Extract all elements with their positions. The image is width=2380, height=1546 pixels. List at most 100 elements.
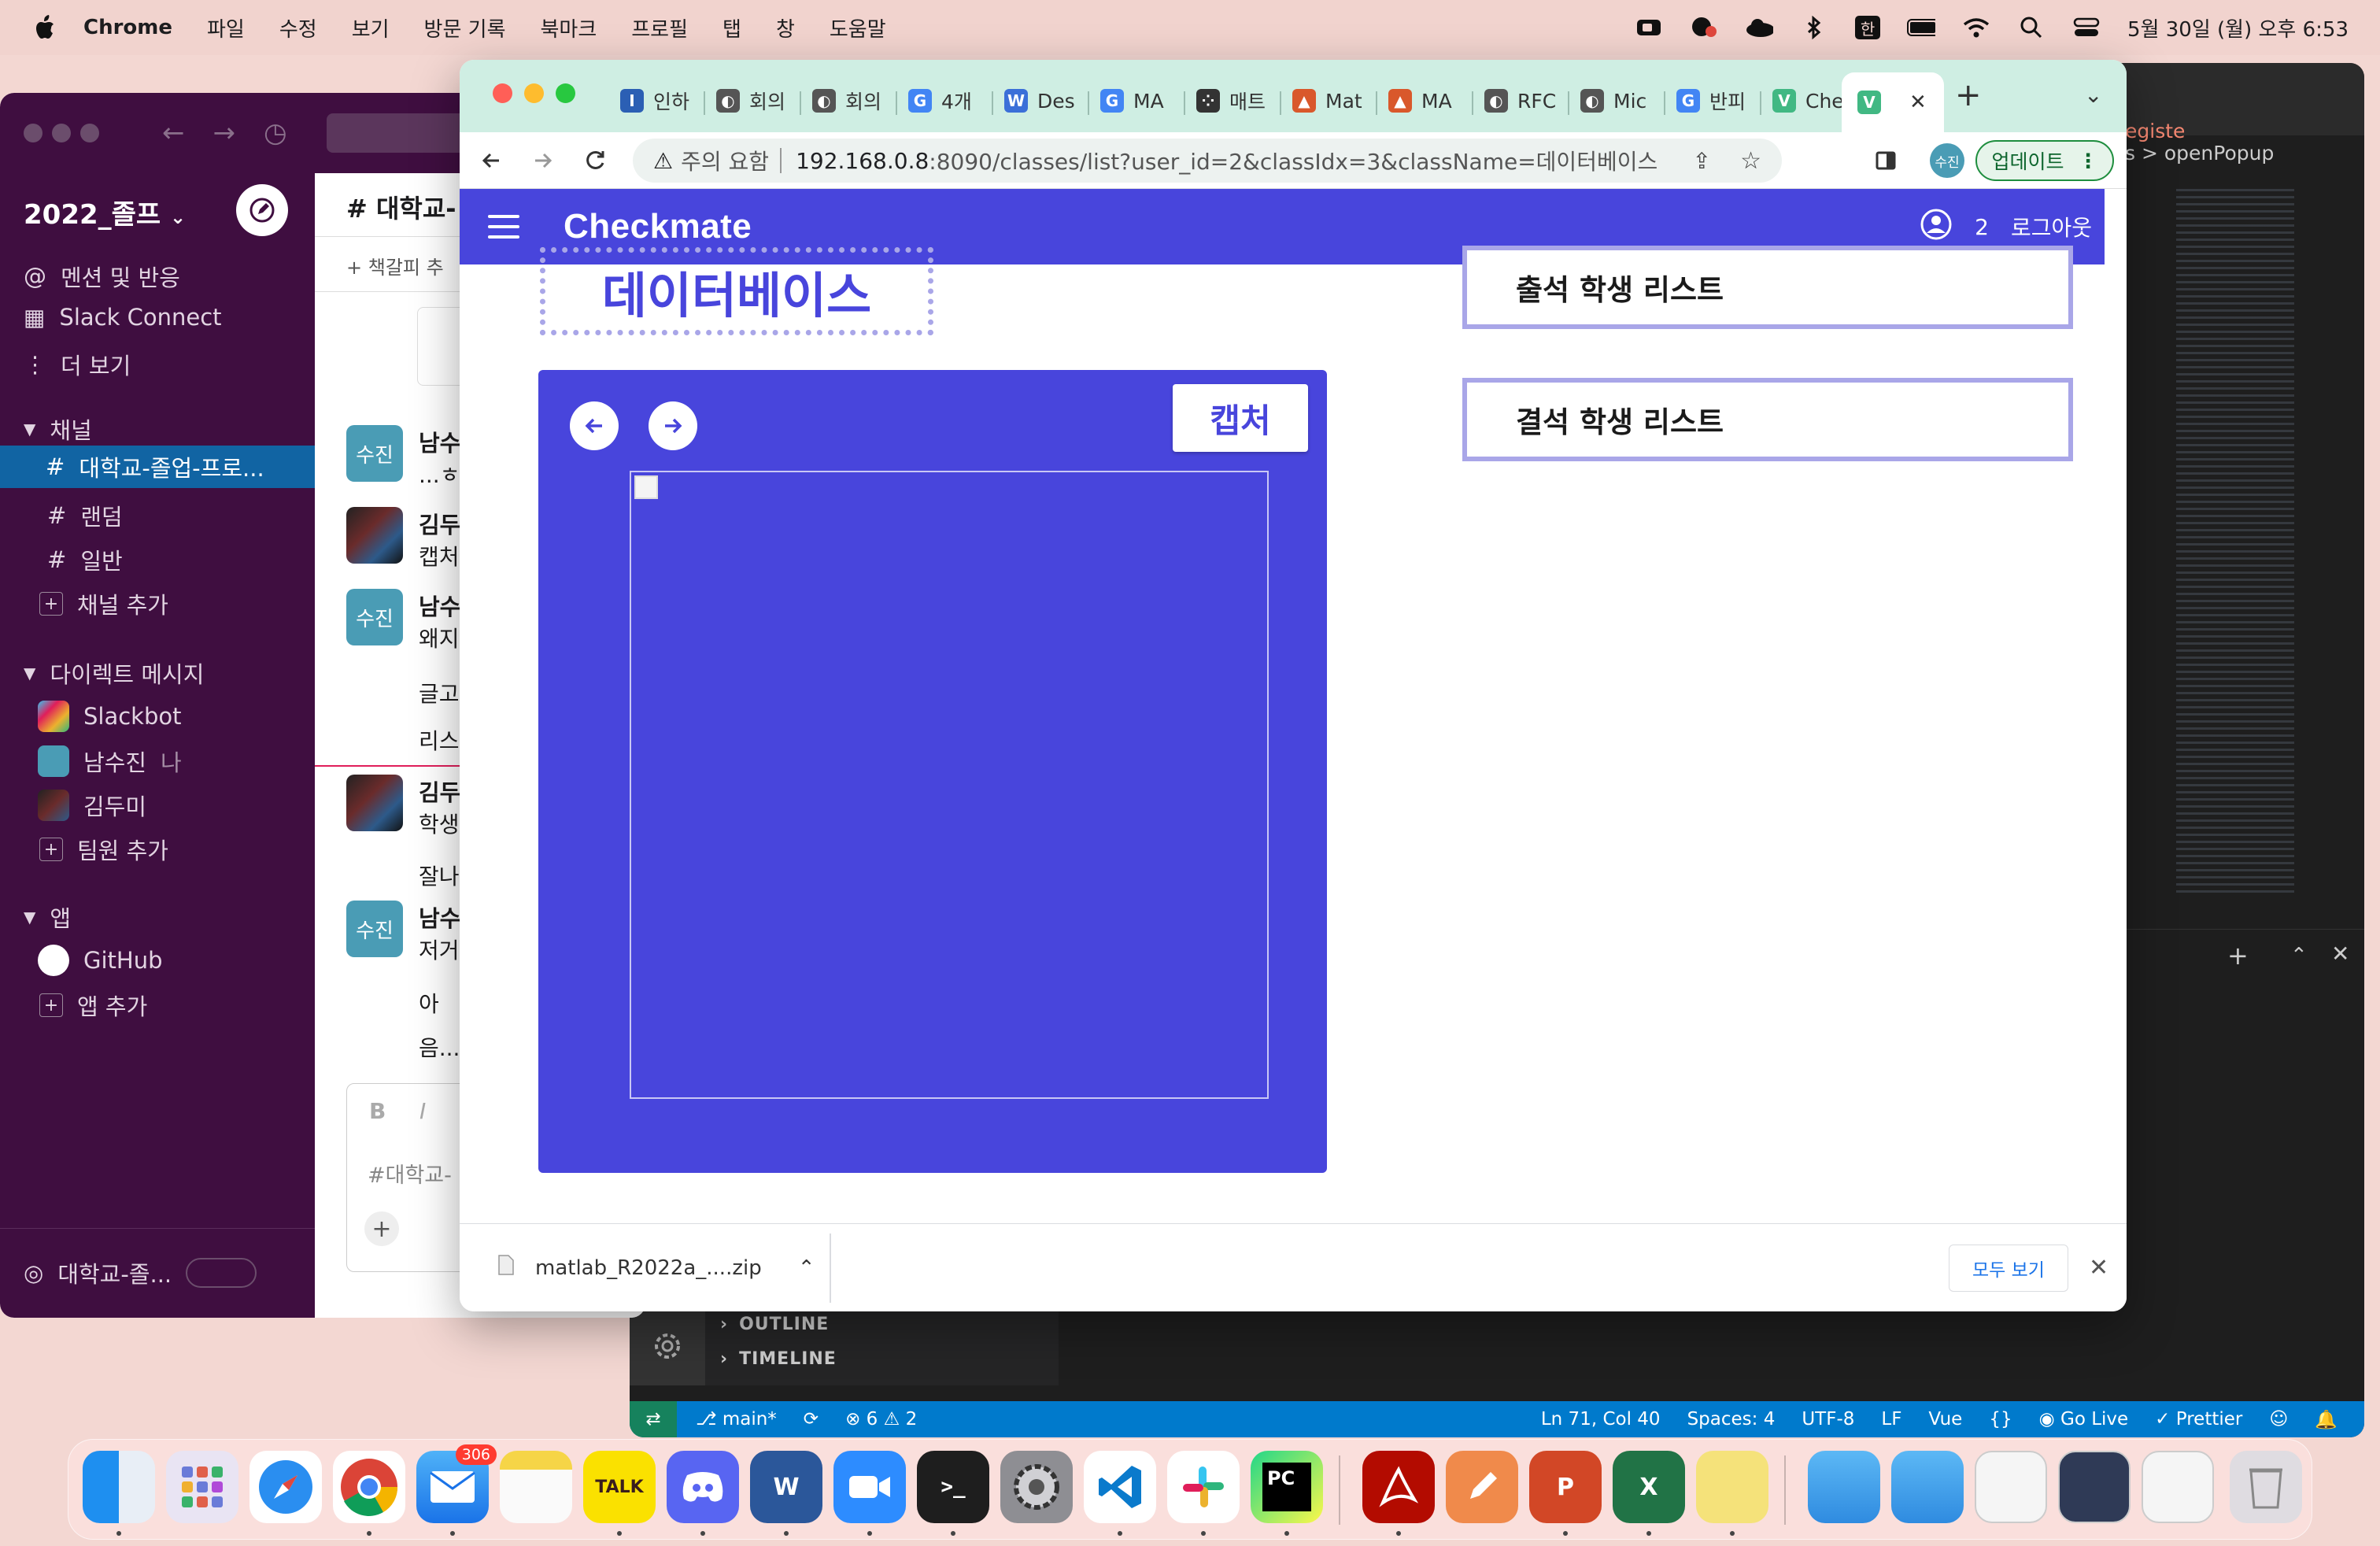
sidebar-item-mentions[interactable]: @ 멘션 및 반응: [24, 260, 180, 293]
sidebar-item-slack-connect[interactable]: ▦ Slack Connect: [24, 304, 222, 331]
dm-header[interactable]: ▼ 다이렉트 메시지: [24, 656, 204, 690]
pencil-app-icon[interactable]: [1446, 1451, 1518, 1523]
bold-format-icon[interactable]: B: [369, 1098, 386, 1124]
menu-window[interactable]: 창: [776, 13, 795, 43]
screenshot-thumb[interactable]: [2058, 1451, 2131, 1523]
dm-item-slackbot[interactable]: Slackbot: [24, 701, 182, 732]
message[interactable]: 김두 캡처: [346, 507, 460, 571]
word-icon[interactable]: W: [750, 1451, 822, 1523]
browser-tab[interactable]: ▲ MA: [1388, 77, 1467, 124]
feedback-icon[interactable]: ☺: [2269, 1409, 2288, 1429]
powerpoint-icon[interactable]: P: [1529, 1451, 1602, 1523]
message[interactable]: 수진 남수 ...ㅎ: [346, 425, 460, 490]
side-panel-icon[interactable]: [1868, 143, 1903, 178]
close-icon[interactable]: ✕: [2089, 1254, 2108, 1282]
window-close-button[interactable]: [24, 124, 42, 142]
cursor-position[interactable]: Ln 71, Col 40: [1541, 1409, 1661, 1429]
browser-tab[interactable]: G 4개: [908, 77, 987, 124]
back-arrow-icon[interactable]: ←: [162, 117, 185, 149]
menu-history[interactable]: 방문 기록: [424, 13, 506, 43]
browser-tab[interactable]: I 인하: [620, 77, 699, 124]
chrome-icon[interactable]: [333, 1451, 405, 1523]
attend-list-button[interactable]: 출석 학생 리스트: [1462, 246, 2073, 329]
vscode-minimap[interactable]: [2176, 189, 2294, 897]
browser-tab[interactable]: G MA: [1100, 77, 1179, 124]
bookmark-star-icon[interactable]: ☆: [1740, 147, 1761, 175]
screenshot-thumb[interactable]: [2142, 1451, 2214, 1523]
chevron-up-icon[interactable]: ⌃: [798, 1256, 815, 1280]
sync-icon[interactable]: ⟳: [804, 1409, 819, 1429]
user-avatar[interactable]: [346, 775, 403, 831]
message[interactable]: 수진 남수 왜지: [346, 589, 460, 653]
notifications-bell-icon[interactable]: 🔔: [2315, 1409, 2338, 1430]
encoding[interactable]: UTF-8: [1802, 1409, 1854, 1429]
menu-view[interactable]: 보기: [352, 13, 390, 43]
menu-profiles[interactable]: 프로필: [631, 13, 688, 43]
menu-help[interactable]: 도움말: [830, 13, 886, 43]
terminal-icon[interactable]: >_: [917, 1451, 989, 1523]
camera-status-icon[interactable]: [1635, 16, 1663, 39]
chat-status-icon[interactable]: [1690, 16, 1718, 39]
address-bar[interactable]: ⚠ 주의 요함 192.168.0.8:8090/classes/list?us…: [633, 139, 1782, 183]
warning-triangle-icon[interactable]: ⚠: [653, 148, 673, 174]
bluetooth-icon[interactable]: [1800, 16, 1828, 39]
close-tab-icon[interactable]: ✕: [1909, 91, 1927, 114]
browser-tab[interactable]: ⁘ 매트: [1196, 77, 1275, 124]
capture-button[interactable]: 캡처: [1173, 384, 1308, 452]
screenshot-thumb[interactable]: [1975, 1451, 2047, 1523]
notes-icon[interactable]: [500, 1451, 572, 1523]
browser-tab[interactable]: ◐ 회의: [716, 77, 795, 124]
browser-tab[interactable]: ◐ 회의: [812, 77, 891, 124]
vscode-icon[interactable]: [1084, 1451, 1156, 1523]
history-clock-icon[interactable]: ◷: [264, 117, 287, 149]
reload-icon[interactable]: [578, 143, 612, 178]
folder-icon[interactable]: [1808, 1451, 1880, 1523]
show-all-downloads-button[interactable]: 모두 보기: [1949, 1244, 2068, 1292]
menu-app-name[interactable]: Chrome: [83, 16, 172, 39]
discord-icon[interactable]: [667, 1451, 739, 1523]
window-zoom-button[interactable]: [556, 83, 575, 103]
hamburger-menu-icon[interactable]: [488, 215, 519, 239]
finder-icon[interactable]: [83, 1451, 155, 1523]
slack-icon[interactable]: [1167, 1451, 1240, 1523]
tab-search-chevron-icon[interactable]: ⌄: [2084, 82, 2102, 108]
window-close-button[interactable]: [493, 83, 512, 103]
language-mode[interactable]: Vue: [1928, 1409, 1962, 1429]
input-source-icon[interactable]: 한: [1855, 16, 1881, 39]
message-continuation[interactable]: 음...: [419, 1031, 460, 1063]
user-avatar[interactable]: 수진: [346, 901, 403, 957]
menu-file[interactable]: 파일: [207, 13, 245, 43]
prev-arrow-icon[interactable]: [570, 401, 619, 450]
sidebar-item-channel-random[interactable]: # 랜덤: [24, 499, 123, 532]
go-live[interactable]: ◉ Go Live: [2039, 1409, 2129, 1429]
excel-icon[interactable]: X: [1613, 1451, 1685, 1523]
add-member-button[interactable]: + 팀원 추가: [24, 833, 168, 866]
browser-tab[interactable]: ◐ Mic: [1580, 77, 1659, 124]
add-terminal-icon[interactable]: +: [2227, 941, 2249, 971]
share-icon[interactable]: ⇪: [1693, 148, 1711, 174]
stickies-icon[interactable]: [1696, 1451, 1768, 1523]
channel-title[interactable]: # 대학교-: [346, 189, 456, 225]
git-branch[interactable]: ⎇ main*: [696, 1409, 777, 1429]
huddle-toggle[interactable]: [186, 1258, 257, 1288]
apple-menu-icon[interactable]: [28, 12, 60, 43]
spotlight-search-icon[interactable]: [2017, 16, 2046, 39]
trash-icon[interactable]: [2230, 1451, 2302, 1523]
absent-list-button[interactable]: 결석 학생 리스트: [1462, 378, 2073, 461]
apps-header[interactable]: ▼ 앱: [24, 901, 71, 934]
message[interactable]: 김두 학생: [346, 775, 460, 839]
new-tab-button[interactable]: +: [1955, 77, 1982, 113]
channels-header[interactable]: ▼ 채널: [24, 412, 92, 446]
composer-placeholder[interactable]: #대학교-: [368, 1158, 452, 1189]
app-brand[interactable]: Checkmate: [564, 207, 752, 246]
mail-icon[interactable]: 306: [416, 1444, 497, 1523]
browser-tab[interactable]: ◐ RFC: [1484, 77, 1563, 124]
window-minimize-button[interactable]: [524, 83, 544, 103]
indentation[interactable]: Spaces: 4: [1687, 1409, 1776, 1429]
account-circle-icon[interactable]: [1920, 208, 1953, 246]
compose-icon[interactable]: [236, 184, 288, 236]
profile-avatar[interactable]: 수진: [1930, 143, 1964, 178]
italic-format-icon[interactable]: I: [419, 1098, 426, 1124]
add-channel-button[interactable]: + 채널 추가: [24, 587, 168, 620]
zoom-icon[interactable]: [833, 1451, 906, 1523]
